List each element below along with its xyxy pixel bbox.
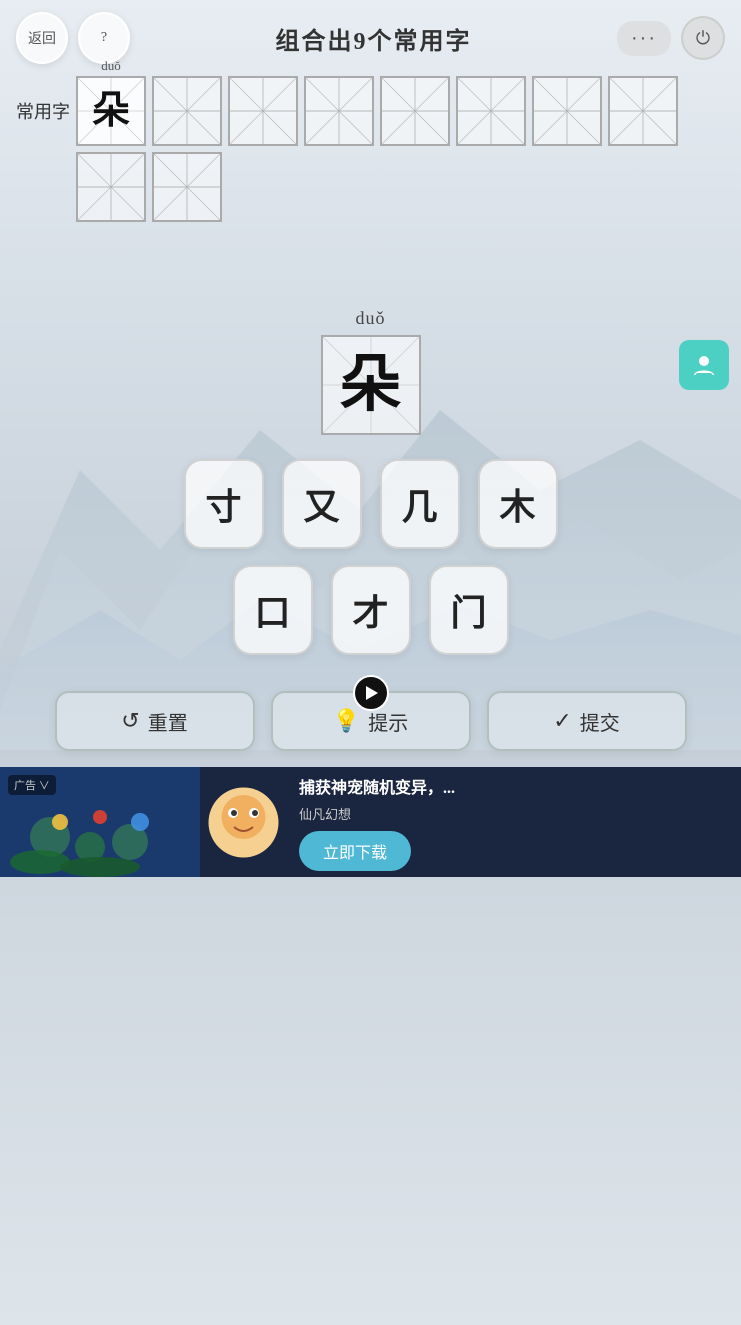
submit-icon: ✓ — [553, 708, 571, 734]
action-buttons: ↺ 重置 💡 提示 ✓ 提交 — [0, 681, 741, 767]
puzzle-char-box: 朵 — [321, 335, 421, 435]
tile-kou[interactable]: 口 — [233, 565, 313, 655]
ad-subtitle: 仙凡幻想 — [299, 804, 729, 823]
more-button[interactable]: ··· — [617, 21, 671, 56]
power-icon: ⏻ — [696, 28, 710, 49]
submit-button[interactable]: ✓ 提交 — [487, 691, 687, 751]
help-icon: ? — [101, 30, 107, 46]
tile-cai[interactable]: 才 — [331, 565, 411, 655]
hint-icon: 💡 — [333, 708, 360, 734]
answer-box-empty-1[interactable] — [152, 76, 222, 146]
answer-row-2 — [76, 152, 725, 222]
answer-box-filled-1[interactable]: duǒ 朵 — [76, 76, 146, 146]
answer-box-empty-4[interactable] — [380, 76, 450, 146]
answer-box-empty-8[interactable] — [76, 152, 146, 222]
pinyin-label: duǒ — [101, 58, 121, 74]
submit-label: 提交 — [580, 707, 620, 736]
answer-box-empty-5[interactable] — [456, 76, 526, 146]
answer-row-1: 常用字 duǒ 朵 — [16, 76, 725, 146]
hint-button[interactable]: 💡 提示 — [271, 691, 471, 751]
power-button[interactable]: ⏻ — [681, 16, 725, 60]
ad-download-button[interactable]: 立即下载 — [299, 831, 411, 871]
back-label: 返回 — [28, 28, 56, 48]
row-label: 常用字 — [16, 98, 70, 124]
tile-cun[interactable]: 寸 — [184, 459, 264, 549]
answer-area: 常用字 duǒ 朵 — [0, 76, 741, 248]
ad-content: 捕获神宠随机变异，... 仙凡幻想 立即下载 — [287, 764, 741, 881]
page-title: 组合出9个常用字 — [140, 21, 607, 56]
tile-mu[interactable]: 木 — [478, 459, 558, 549]
reset-label: 重置 — [148, 707, 188, 736]
reset-icon: ↺ — [121, 708, 139, 734]
answer-char-1: 朵 — [92, 92, 130, 130]
tile-men[interactable]: 门 — [429, 565, 509, 655]
tile-you[interactable]: 又 — [282, 459, 362, 549]
back-button[interactable]: 返回 — [16, 12, 68, 64]
ad-game-image: 广告 ∨ — [0, 767, 200, 877]
answer-box-empty-7[interactable] — [608, 76, 678, 146]
puzzle-pinyin: duǒ — [356, 308, 386, 329]
ad-banner: 广告 ∨ 捕获神宠随机变异，... 仙凡幻想 立即下载 — [0, 767, 741, 877]
tiles-row-1: 寸 又 几 木 — [184, 459, 558, 549]
puzzle-character: 朵 — [339, 354, 401, 416]
answer-box-empty-6[interactable] — [532, 76, 602, 146]
reset-button[interactable]: ↺ 重置 — [55, 691, 255, 751]
answer-box-empty-2[interactable] — [228, 76, 298, 146]
hint-label: 提示 — [368, 707, 408, 736]
float-helper-button[interactable] — [679, 340, 729, 390]
tiles-row-2: 口 才 门 — [233, 565, 509, 655]
ad-tag: 广告 ∨ — [8, 775, 56, 795]
tile-ji[interactable]: 几 — [380, 459, 460, 549]
video-badge — [353, 675, 389, 711]
help-button[interactable]: ? — [78, 12, 130, 64]
ad-title: 捕获神宠随机变异，... — [299, 774, 729, 798]
puzzle-area: duǒ 朵 寸 又 几 木 口 才 门 — [0, 308, 741, 681]
answer-box-empty-3[interactable] — [304, 76, 374, 146]
answer-box-empty-9[interactable] — [152, 152, 222, 222]
